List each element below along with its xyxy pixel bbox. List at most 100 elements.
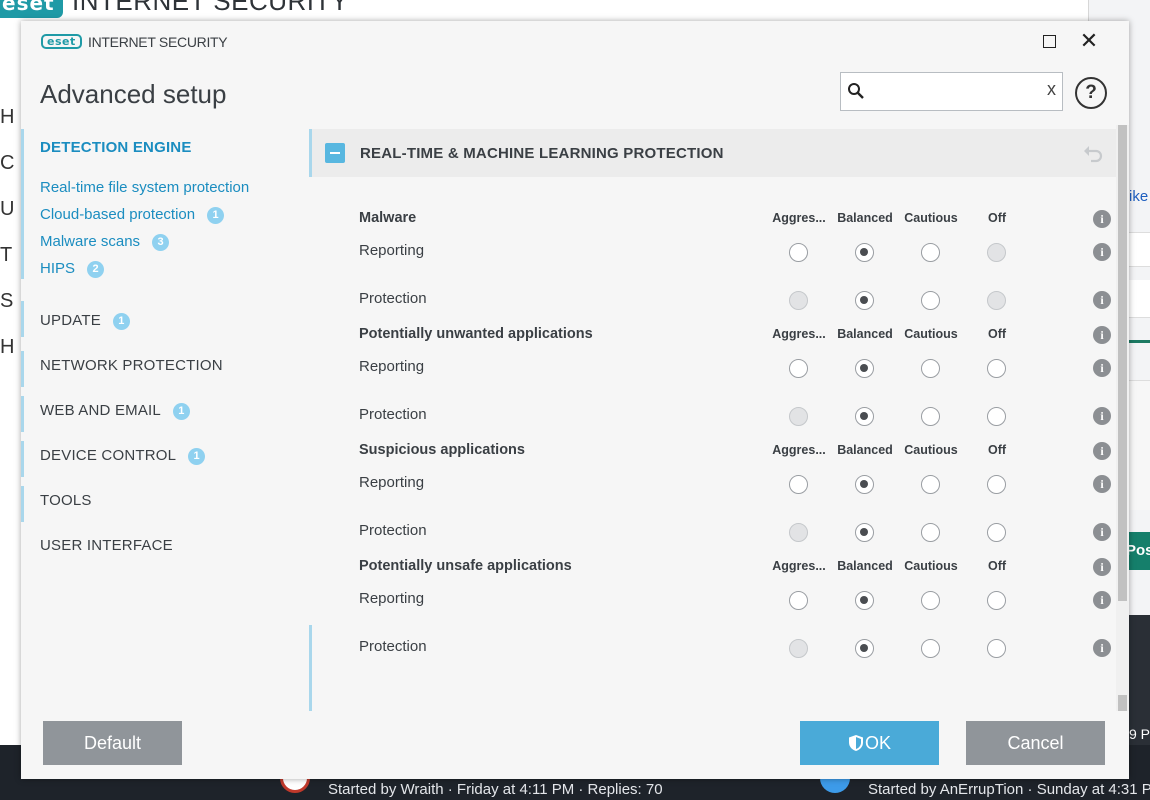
background-nav-glyph: T [0,244,13,266]
search-box[interactable]: x [840,72,1063,111]
info-icon[interactable]: i [1093,291,1111,309]
shield-icon [848,735,863,751]
setting-row: Protection i [309,286,1117,314]
collapse-section-button[interactable] [325,143,345,163]
background-panel-strip [1128,280,1150,318]
level-radio[interactable] [855,475,874,494]
level-radio[interactable] [921,407,940,426]
column-header: Aggres... [772,443,826,457]
background-nav-glyph: S [0,290,14,312]
info-icon[interactable]: i [1093,475,1111,493]
level-radio[interactable] [855,407,874,426]
level-radio[interactable] [789,359,808,378]
column-header: Off [987,211,1007,225]
notification-badge: 1 [172,403,190,420]
notification-badge: 1 [188,448,206,465]
level-radio[interactable] [921,291,940,310]
maximize-button[interactable] [1031,29,1067,53]
group-header: Potentially unwanted applications Aggres.… [309,324,1117,348]
level-radio[interactable] [921,359,940,378]
level-radio[interactable] [921,475,940,494]
level-radio[interactable] [855,359,874,378]
vertical-scrollbar[interactable] [1116,125,1129,711]
section-header[interactable]: REAL-TIME & MACHINE LEARNING PROTECTION [309,129,1117,177]
setting-row: Protection i [309,634,1117,662]
title-bar[interactable]: eset INTERNET SECURITY ✕ [21,21,1129,61]
background-post-button[interactable]: Pos [1126,532,1150,570]
group-header: Malware Aggres... Balanced Cautious Off i [309,208,1117,232]
scrollbar-thumb[interactable] [1118,125,1127,601]
info-icon[interactable]: i [1093,243,1111,261]
sidebar-item-update[interactable]: UPDATE 1 [40,312,130,330]
ok-button[interactable]: OK [800,721,939,765]
info-icon[interactable]: i [1093,326,1111,344]
revert-icon[interactable] [1082,143,1104,163]
info-icon[interactable]: i [1093,639,1111,657]
level-radio[interactable] [855,639,874,658]
background-accent-line [1128,340,1150,343]
notification-badge: 1 [112,313,130,330]
sidebar-item-detection-engine[interactable]: DETECTION ENGINE [40,139,192,156]
sidebar-item-tools[interactable]: TOOLS [40,492,92,509]
eset-logo: eset [41,34,82,49]
info-icon[interactable]: i [1093,359,1111,377]
column-header: Balanced [837,443,893,457]
thread-meta: Started by Wraith · Friday at 4:11 PM · … [328,781,663,798]
info-icon[interactable]: i [1093,591,1111,609]
level-radio[interactable] [855,243,874,262]
level-radio[interactable] [921,591,940,610]
ok-label: OK [864,733,891,753]
level-radio[interactable] [855,291,874,310]
column-header: Balanced [837,327,893,341]
sidebar-subitem-hips[interactable]: HIPS 2 [40,260,105,278]
setting-row: Protection i [309,518,1117,546]
level-radio[interactable] [855,523,874,542]
info-icon[interactable]: i [1093,558,1111,576]
level-radio[interactable] [987,475,1006,494]
sidebar-subitem-malware-scans[interactable]: Malware scans 3 [40,233,170,251]
group-name: Suspicious applications [359,442,525,458]
group-header: Potentially unsafe applications Aggres...… [309,556,1117,580]
level-radio[interactable] [789,243,808,262]
cancel-button[interactable]: Cancel [966,721,1105,765]
sidebar-item-user-interface[interactable]: USER INTERFACE [40,537,173,554]
info-icon[interactable]: i [1093,210,1111,228]
level-radio[interactable] [921,523,940,542]
level-radio[interactable] [921,243,940,262]
level-radio[interactable] [987,591,1006,610]
level-radio [789,291,808,310]
sidebar-subitem-realtime-file-system[interactable]: Real-time file system protection [40,179,249,196]
sidebar-subitem-cloud-protection[interactable]: Cloud-based protection 1 [40,206,225,224]
scrollbar-arrow[interactable] [1118,695,1127,711]
level-radio[interactable] [987,639,1006,658]
setting-label: Reporting [359,474,425,491]
sidebar-item-web-and-email[interactable]: WEB AND EMAIL 1 [40,402,190,420]
info-icon[interactable]: i [1093,407,1111,425]
column-header: Off [987,327,1007,341]
column-header: Aggres... [772,559,826,573]
default-button[interactable]: Default [43,721,182,765]
level-radio[interactable] [789,591,808,610]
search-input[interactable] [869,79,1029,105]
background-like-link[interactable]: ike [1129,188,1148,205]
setting-label: Protection [359,638,427,655]
level-radio[interactable] [789,475,808,494]
background-app-header: eset INTERNET SECURITY [0,0,1088,22]
sidebar-item-device-control[interactable]: DEVICE CONTROL 1 [40,447,206,465]
setting-row: Reporting i [309,354,1117,382]
setting-label: Protection [359,522,427,539]
clear-search-icon[interactable]: x [1047,79,1056,100]
help-button[interactable]: ? [1075,77,1107,109]
sidebar-item-network-protection[interactable]: NETWORK PROTECTION [40,357,223,374]
sidebar-subitem-label: Cloud-based protection [40,206,196,223]
info-icon[interactable]: i [1093,523,1111,541]
sidebar-item-label: DEVICE CONTROL [40,447,177,464]
level-radio[interactable] [987,359,1006,378]
close-button[interactable]: ✕ [1071,28,1107,53]
level-radio[interactable] [987,523,1006,542]
sidebar-item-label: WEB AND EMAIL [40,402,161,419]
level-radio[interactable] [855,591,874,610]
level-radio[interactable] [921,639,940,658]
level-radio[interactable] [987,407,1006,426]
info-icon[interactable]: i [1093,442,1111,460]
